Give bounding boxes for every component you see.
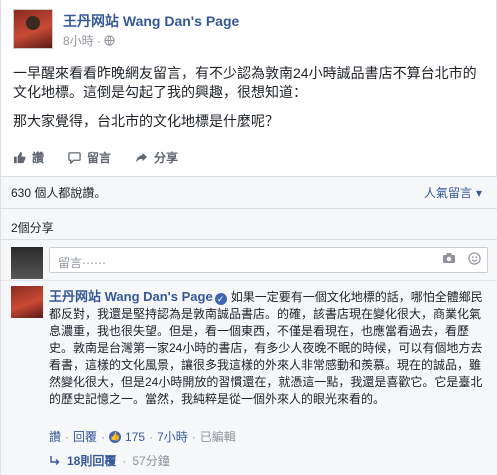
share-button[interactable]: 分享 xyxy=(135,149,178,166)
reply-arrow-icon xyxy=(50,455,60,465)
post-timestamp: 8小時 · xyxy=(63,32,115,49)
composer-icons xyxy=(442,252,481,265)
like-button[interactable]: 讚 xyxy=(13,149,44,166)
divider xyxy=(1,239,497,240)
replies-row[interactable]: 18則回覆 · 57分鐘 xyxy=(49,452,170,469)
comment-meta: 讚 · 回覆 · 👍 175 · 7小時 · 已編輯 xyxy=(49,428,236,445)
comment-author-avatar[interactable] xyxy=(11,286,43,318)
separator: · xyxy=(122,453,127,468)
divider xyxy=(1,280,497,281)
thumbs-up-icon xyxy=(13,151,26,163)
comment-body: 王丹网站 Wang Dan's Page ✓ 如果一定要有一個文化地標的話，哪怕全體… xyxy=(49,288,489,408)
edited-label[interactable]: 已編輯 xyxy=(200,428,236,445)
like-badge-icon: 👍 xyxy=(109,430,122,443)
post-paragraph-1: 一早醒來看看昨晚網友留言，有不少認為敦南24小時誠品書店不算台北市的文化地標。這… xyxy=(13,65,477,100)
chevron-down-icon: ▾ xyxy=(475,185,482,200)
comment-icon xyxy=(68,151,81,164)
post-action-bar: 讚 留言 分享 xyxy=(13,146,485,168)
likes-summary[interactable]: 630 個人都說讚。 xyxy=(11,184,106,201)
separator: · xyxy=(101,429,106,444)
share-icon xyxy=(135,152,148,163)
comment-input[interactable]: 留言⋯⋯ xyxy=(49,247,488,273)
camera-icon[interactable] xyxy=(442,252,456,264)
like-label: 讚 xyxy=(32,150,45,165)
sort-dropdown[interactable]: 人氣留言 ▾ xyxy=(424,184,482,201)
comment-like-count[interactable]: 175 xyxy=(125,430,145,444)
post-time[interactable]: 8小時 xyxy=(63,32,94,49)
verified-badge-icon: ✓ xyxy=(214,293,227,305)
divider xyxy=(1,208,497,209)
shares-count[interactable]: 2個分享 xyxy=(11,219,54,236)
separator: · xyxy=(149,429,154,444)
page-name-link[interactable]: 王丹网站 Wang Dan's Page xyxy=(63,11,239,31)
post-body: 一早醒來看看昨晚網友留言，有不少認為敦南24小時誠品書店不算台北市的文化地標。這… xyxy=(13,64,485,141)
comment-label: 留言 xyxy=(87,150,112,165)
comment-placeholder: 留言⋯⋯ xyxy=(58,256,107,270)
view-replies-link[interactable]: 18則回覆 xyxy=(67,452,116,469)
comment-button[interactable]: 留言 xyxy=(68,149,111,166)
comment-text: 如果一定要有一個文化地標的話，哪怕全體鄉民都反對，我還是堅持認為是敦南誠品書店。… xyxy=(49,290,483,406)
separator: · xyxy=(191,429,196,444)
page-avatar[interactable] xyxy=(13,9,53,49)
separator: · xyxy=(65,429,70,444)
post-card: 王丹网站 Wang Dan's Page 8小時 · 一早醒來看看昨晚網友留言，… xyxy=(0,0,497,475)
comment-author-link[interactable]: 王丹网站 Wang Dan's Page xyxy=(49,289,213,304)
post-paragraph-2: 那大家覺得，台北市的文化地標是什麼呢？ xyxy=(13,113,279,129)
comment-time[interactable]: 7小時 xyxy=(157,428,188,445)
comment-reply-link[interactable]: 回覆 xyxy=(73,428,97,445)
emoji-icon[interactable] xyxy=(468,252,481,265)
sort-label: 人氣留言 xyxy=(423,186,472,200)
globe-icon[interactable] xyxy=(104,35,115,46)
share-label: 分享 xyxy=(154,150,179,165)
reply-time: 57分鐘 xyxy=(132,454,170,468)
separator: · xyxy=(96,33,101,48)
comment-like-link[interactable]: 讚 xyxy=(49,428,61,445)
user-avatar xyxy=(11,247,43,279)
